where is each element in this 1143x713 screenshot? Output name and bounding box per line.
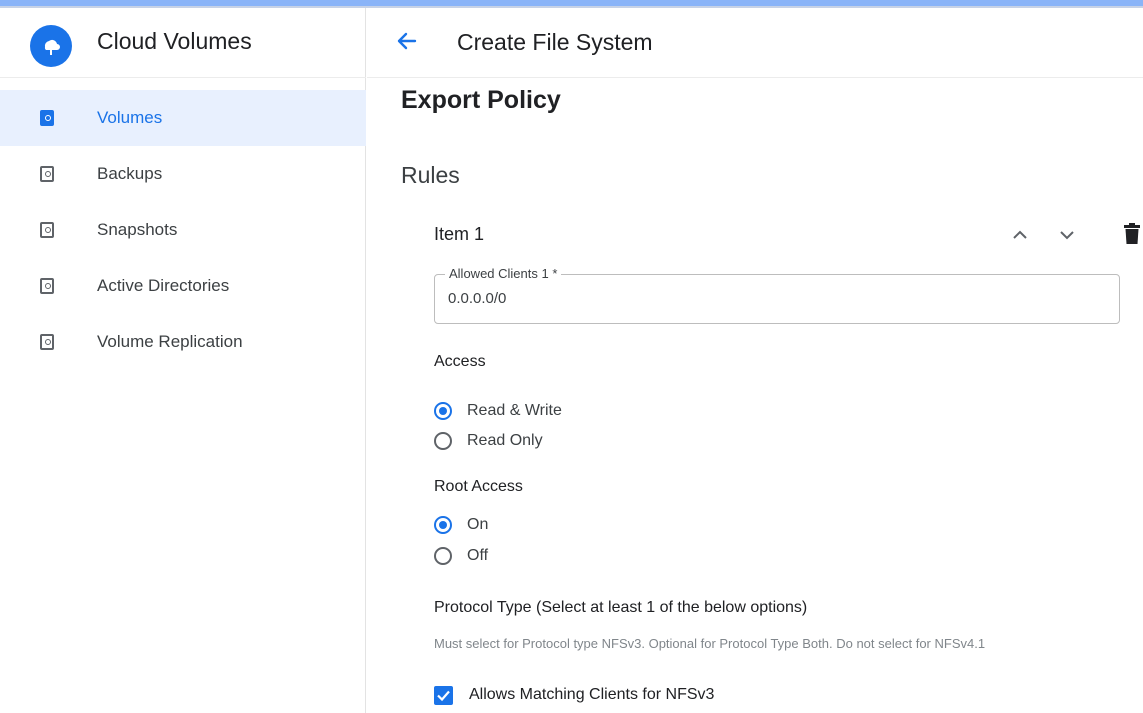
radio-read-write[interactable]: Read & Write <box>434 399 562 423</box>
nfsv3-checkbox[interactable] <box>434 685 453 705</box>
sidebar-item-volume-replication[interactable]: Volume Replication <box>0 314 366 370</box>
radio-button-checked[interactable] <box>434 402 452 420</box>
replication-icon <box>40 334 54 350</box>
move-down-button[interactable] <box>1055 223 1079 247</box>
checkbox-label: Allows Matching Clients for NFSv3 <box>469 686 715 703</box>
sidebar-item-volumes[interactable]: Volumes <box>0 90 366 146</box>
allowed-clients-field: Allowed Clients 1 * <box>434 266 1120 324</box>
radio-button[interactable] <box>434 547 452 565</box>
radio-label: Read Only <box>467 432 543 449</box>
allowed-clients-input[interactable] <box>448 290 1048 307</box>
section-title: Export Policy <box>401 86 561 114</box>
radio-button-checked[interactable] <box>434 516 452 534</box>
access-label: Access <box>434 353 486 370</box>
move-up-button[interactable] <box>1008 223 1032 247</box>
rule-item-title: Item 1 <box>434 224 485 244</box>
radio-button[interactable] <box>434 432 452 450</box>
sidebar-item-active-directories[interactable]: Active Directories <box>0 258 366 314</box>
nfsv3-checkbox-row[interactable]: Allows Matching Clients for NFSv3 <box>434 683 714 707</box>
directory-icon <box>40 278 54 294</box>
top-accent-bar <box>0 0 1143 8</box>
protocol-hint: Must select for Protocol type NFSv3. Opt… <box>434 636 986 651</box>
brand-header: Cloud Volumes <box>0 8 366 78</box>
page-header: Create File System <box>367 8 1143 78</box>
radio-label: On <box>467 516 489 533</box>
main-content: Create File System Export Policy Rules I… <box>367 8 1143 713</box>
sidebar-nav: Volumes Backups Snapshots Active Directo… <box>0 90 366 370</box>
volume-icon <box>40 110 54 126</box>
radio-root-on[interactable]: On <box>434 513 488 537</box>
sidebar-item-snapshots[interactable]: Snapshots <box>0 202 366 258</box>
allowed-clients-label: Allowed Clients 1 * <box>445 266 562 281</box>
radio-root-off[interactable]: Off <box>434 544 488 568</box>
check-icon <box>437 690 450 701</box>
root-access-label: Root Access <box>434 478 523 495</box>
delete-rule-button[interactable] <box>1122 222 1143 246</box>
backup-icon <box>40 166 54 182</box>
radio-read-only[interactable]: Read Only <box>434 429 543 453</box>
back-button[interactable] <box>391 26 421 56</box>
app-title: Cloud Volumes <box>97 28 252 54</box>
sidebar-item-label: Volumes <box>97 108 163 127</box>
cloud-logo-icon <box>30 25 72 67</box>
chevron-down-icon <box>1060 231 1074 240</box>
sidebar-item-label: Active Directories <box>97 276 230 295</box>
sidebar: Cloud Volumes Volumes Backups Snapshots … <box>0 8 366 713</box>
page-title: Create File System <box>457 29 653 55</box>
back-arrow-icon <box>397 32 417 50</box>
sidebar-item-label: Snapshots <box>97 220 178 239</box>
chevron-up-icon <box>1013 230 1027 239</box>
snapshot-icon <box>40 222 54 238</box>
protocol-type-label: Protocol Type (Select at least 1 of the … <box>434 599 808 616</box>
delete-icon <box>1124 223 1140 244</box>
radio-label: Read & Write <box>467 402 562 419</box>
rules-title: Rules <box>401 162 460 188</box>
sidebar-item-backups[interactable]: Backups <box>0 146 366 202</box>
sidebar-item-label: Backups <box>97 164 163 183</box>
sidebar-item-label: Volume Replication <box>97 332 243 351</box>
radio-label: Off <box>467 547 489 564</box>
